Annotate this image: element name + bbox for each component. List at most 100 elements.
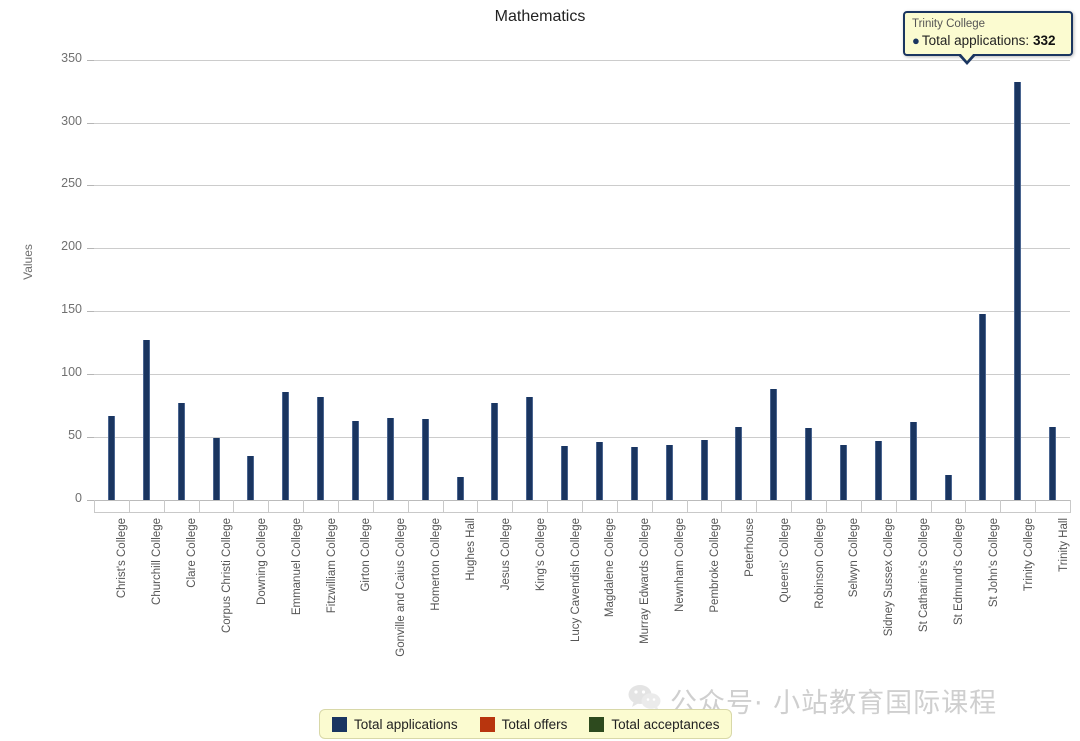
x-tick-mark (616, 500, 618, 513)
y-tick-label: 0 (75, 491, 82, 505)
y-tick-mark (87, 59, 94, 61)
bar[interactable] (700, 439, 708, 500)
x-tick-mark (1000, 500, 1002, 513)
x-axis-label: Peterhouse (743, 518, 756, 577)
bar[interactable] (1049, 427, 1057, 500)
x-axis-label: Downing College (255, 518, 268, 605)
y-tick-mark (87, 437, 94, 439)
x-tick-mark (94, 500, 95, 513)
x-axis-label: Fitzwilliam College (325, 518, 338, 614)
bar[interactable] (735, 427, 743, 500)
bar[interactable] (107, 415, 115, 500)
legend-label: Total acceptances (611, 716, 720, 732)
bar[interactable] (561, 445, 569, 500)
x-tick-mark (791, 500, 793, 513)
legend-item[interactable]: Total offers (479, 716, 568, 732)
x-tick-mark (372, 500, 374, 513)
bar[interactable] (421, 419, 429, 500)
gridline (94, 185, 1070, 187)
x-axis-label: Gonville and Caius College (395, 518, 408, 657)
y-tick-label: 150 (61, 302, 82, 317)
bar[interactable] (491, 403, 499, 500)
bar[interactable] (770, 389, 778, 500)
x-axis-label: St Catharine's College (918, 518, 931, 633)
y-tick-mark (87, 248, 94, 250)
bar[interactable] (247, 455, 255, 500)
x-axis-label: St Edmund's College (953, 518, 965, 626)
x-axis-label: Murray Edwards College (639, 518, 652, 644)
x-axis-label: Newnham College (674, 518, 687, 612)
bar[interactable] (944, 474, 952, 500)
x-axis-label: Clare College (186, 518, 199, 588)
x-tick-mark (651, 500, 653, 513)
bar[interactable] (665, 444, 673, 500)
legend-item[interactable]: Total acceptances (589, 716, 720, 732)
x-tick-mark (1070, 500, 1071, 513)
bar[interactable] (909, 421, 917, 500)
x-tick-mark (233, 500, 235, 513)
x-tick-mark (303, 500, 305, 513)
x-tick-mark (1035, 500, 1037, 513)
bar-chart: Mathematics Values 0 50 100 150 200 250 300 350… (0, 0, 1080, 741)
bar[interactable] (1014, 82, 1022, 500)
x-tick-mark (826, 500, 827, 513)
x-tick-mark (268, 500, 270, 513)
bar[interactable] (805, 428, 813, 500)
legend-item[interactable]: Total applications (332, 716, 458, 732)
x-axis-label: Girton College (360, 518, 373, 592)
legend-label: Total offers (501, 716, 568, 732)
tooltip-pointer-fill (960, 53, 974, 61)
y-tick-mark (87, 374, 94, 376)
x-tick-mark (756, 500, 758, 513)
y-tick-mark (87, 122, 94, 124)
x-axis-label: Robinson College (813, 518, 826, 609)
y-tick-label: 200 (61, 239, 82, 254)
x-tick-mark (198, 500, 200, 513)
y-tick-mark (87, 311, 94, 313)
bar[interactable] (595, 442, 603, 500)
tooltip-row: ● Total applications: 332 (912, 33, 1064, 48)
x-axis-label: Hughes Hall (465, 518, 477, 581)
x-tick-mark (721, 500, 723, 513)
bar[interactable] (456, 477, 464, 500)
bar[interactable] (526, 396, 534, 500)
x-tick-mark (965, 500, 967, 513)
x-axis-label: Pembroke College (709, 518, 721, 613)
x-axis-label: Corpus Christi College (221, 518, 233, 634)
x-axis-label: Emmanuel College (290, 518, 303, 616)
bar[interactable] (212, 438, 220, 500)
bar[interactable] (351, 420, 359, 500)
bar[interactable] (317, 396, 325, 500)
x-axis-label: Magdalene College (604, 518, 617, 618)
tooltip-bullet-icon: ● (912, 33, 920, 48)
gridline (94, 374, 1070, 376)
tooltip-series-label: Total applications: (921, 33, 1030, 48)
chart-legend[interactable]: Total applications Total offers Total acce… (319, 709, 733, 739)
bar[interactable] (282, 391, 290, 500)
x-tick-mark (860, 500, 862, 513)
tooltip-value: 332 (1032, 33, 1056, 48)
bar[interactable] (142, 340, 150, 500)
bar[interactable] (630, 447, 638, 500)
x-axis-label: Sidney Sussex College (883, 518, 896, 637)
x-tick-mark (442, 500, 444, 513)
gridline (94, 437, 1070, 439)
bar[interactable] (874, 440, 882, 500)
y-tick-mark (87, 185, 94, 187)
y-tick-label: 350 (61, 50, 82, 65)
x-tick-mark (477, 500, 479, 513)
bar[interactable] (839, 444, 847, 500)
x-axis-label: Jesus College (499, 518, 512, 591)
x-axis-label: Trinity College (1022, 518, 1035, 592)
x-axis-label: Christ's College (116, 518, 129, 599)
x-tick-mark (512, 500, 514, 513)
bar[interactable] (177, 403, 185, 500)
tooltip-title: Trinity College (912, 18, 986, 30)
x-axis-label: Trinity Hall (1057, 518, 1070, 572)
bar[interactable] (386, 418, 394, 500)
gridline (94, 311, 1070, 313)
bar[interactable] (979, 313, 987, 500)
legend-label: Total applications (354, 716, 458, 732)
legend-swatch (589, 716, 605, 732)
x-tick-mark (163, 500, 165, 513)
